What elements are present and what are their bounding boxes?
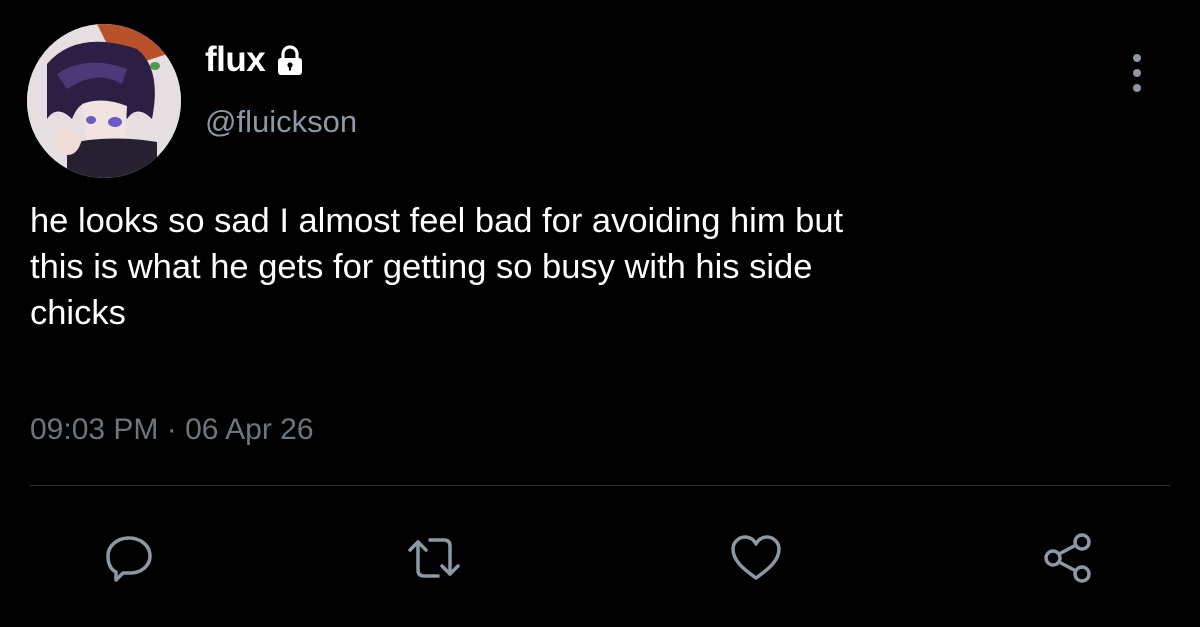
tweet-timestamp[interactable]: 09:03 PM · 06 Apr 26 — [30, 410, 314, 450]
user-handle[interactable]: @fluickson — [205, 102, 357, 142]
meta-separator: · — [166, 413, 177, 446]
avatar[interactable] — [27, 24, 181, 178]
user-name-row: flux — [205, 38, 305, 82]
divider — [30, 485, 1170, 486]
lock-icon — [275, 45, 305, 77]
tweet-time: 09:03 PM — [30, 413, 159, 446]
tweet-text: he looks so sad I almost feel bad for av… — [30, 202, 844, 332]
heart-icon — [731, 535, 781, 580]
reply-button[interactable] — [101, 530, 157, 586]
retweet-button[interactable] — [406, 530, 462, 586]
like-button[interactable] — [728, 530, 784, 586]
reply-icon — [106, 536, 152, 582]
share-icon — [1044, 533, 1091, 583]
retweet-icon — [408, 538, 460, 578]
display-name[interactable]: flux — [205, 38, 266, 82]
more-options-icon[interactable] — [1125, 52, 1149, 94]
avatar-image — [27, 24, 181, 178]
share-button[interactable] — [1040, 530, 1096, 586]
tweet-date: 06 Apr 26 — [185, 413, 314, 446]
